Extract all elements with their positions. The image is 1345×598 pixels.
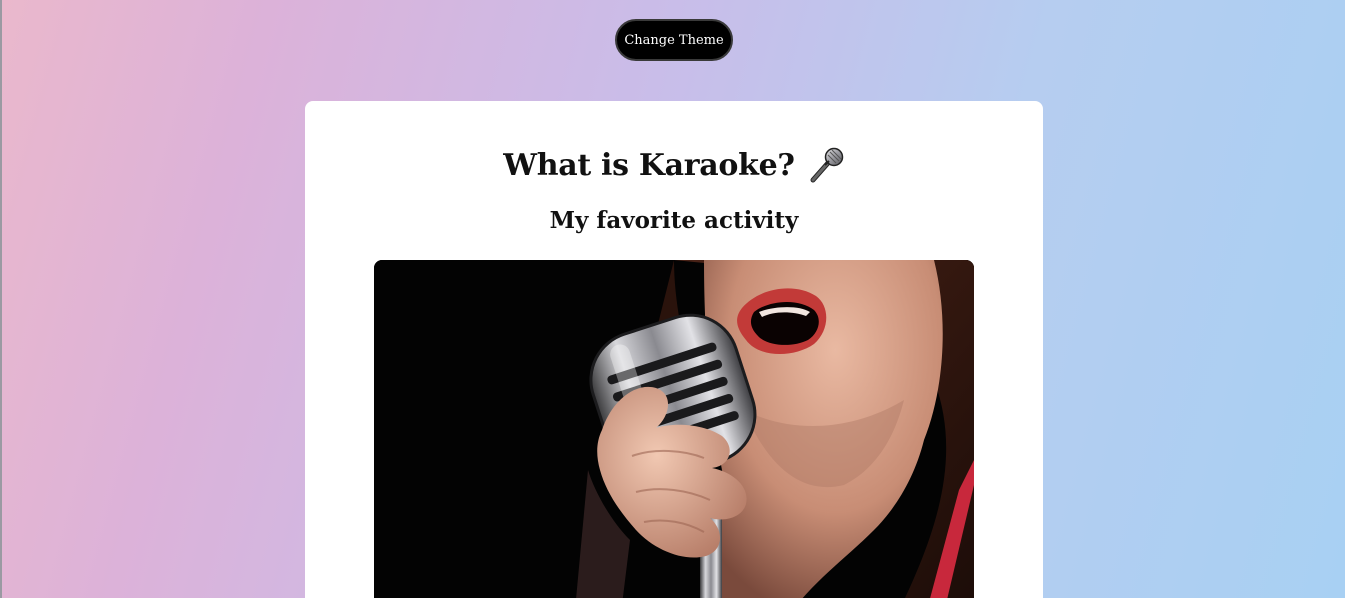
page-title: What is Karaoke? [503,147,795,183]
window-edge [0,0,2,598]
content-card: What is Karaoke? My favorite activity [305,101,1043,598]
change-theme-button[interactable]: Change Theme [615,19,733,61]
microphone-icon [807,146,845,184]
title-row: What is Karaoke? [305,143,1043,187]
page-subtitle: My favorite activity [549,207,799,234]
karaoke-singer-photo [374,260,974,598]
